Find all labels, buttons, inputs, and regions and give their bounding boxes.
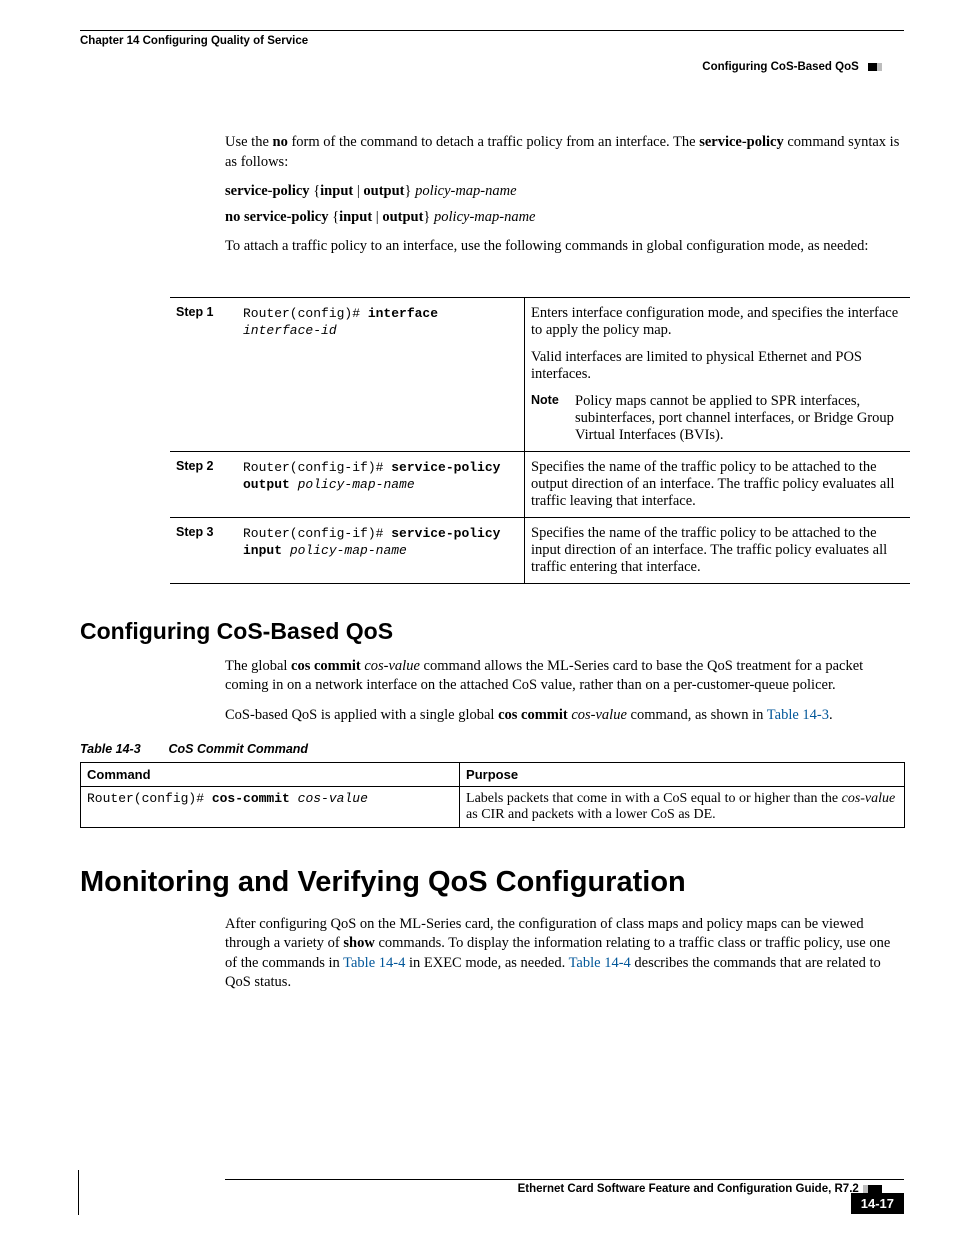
- monitor-content: After configuring QoS on the ML-Series c…: [225, 915, 904, 993]
- monitor-paragraph-1: After configuring QoS on the ML-Series c…: [225, 915, 904, 993]
- table-row: Step 3 Router(config-if)# service-policy…: [170, 517, 910, 583]
- table-caption: Table 14-3 CoS Commit Command: [80, 742, 904, 756]
- cos-commit-table: Command Purpose Router(config)# cos-comm…: [80, 762, 905, 828]
- syntax-line-2: no service-policy {input | output} polic…: [225, 208, 904, 228]
- header-chapter-line: Chapter 14 Configuring Quality of Servic…: [80, 30, 904, 47]
- page-number: 14-17: [851, 1193, 904, 1214]
- intro-paragraph-2: To attach a traffic policy to an interfa…: [225, 237, 904, 257]
- table-14-3-link[interactable]: Table 14-3: [767, 707, 829, 723]
- monitor-heading: Monitoring and Verifying QoS Configurati…: [80, 866, 904, 899]
- intro-paragraph-1: Use the no form of the command to detach…: [225, 133, 904, 172]
- chapter-text: Chapter 14 Configuring Quality of Servic…: [80, 35, 308, 47]
- table-row: Step 1 Router(config)# interface interfa…: [170, 297, 910, 451]
- step-description: Specifies the name of the traffic policy…: [525, 451, 911, 517]
- note-block: Note Policy maps cannot be applied to SP…: [531, 393, 904, 444]
- table-row: Router(config)# cos-commit cos-value Lab…: [81, 786, 905, 827]
- step-label: Step 3: [170, 517, 237, 583]
- page-footer: Ethernet Card Software Feature and Confi…: [80, 1179, 904, 1195]
- table-row: Step 2 Router(config-if)# service-policy…: [170, 451, 910, 517]
- cos-content: The global cos commit cos-value command …: [225, 657, 904, 726]
- step-command: Router(config-if)# service-policy output…: [237, 451, 525, 517]
- table-14-4-link[interactable]: Table 14-4: [343, 955, 405, 971]
- cos-paragraph-2: CoS-based QoS is applied with a single g…: [225, 706, 904, 726]
- decorative-square-icon: [868, 63, 882, 71]
- syntax-line-1: service-policy {input | output} policy-m…: [225, 182, 904, 202]
- footer-title: Ethernet Card Software Feature and Confi…: [80, 1180, 904, 1195]
- step-command: Router(config-if)# service-policy input …: [237, 517, 525, 583]
- header-section-text: Configuring CoS-Based QoS: [702, 61, 859, 73]
- purpose-cell: Labels packets that come in with a CoS e…: [460, 786, 905, 827]
- step-command: Router(config)# interface interface-id: [237, 297, 525, 451]
- table-header-row: Command Purpose: [81, 762, 905, 786]
- step-label: Step 2: [170, 451, 237, 517]
- cos-heading: Configuring CoS-Based QoS: [80, 618, 904, 645]
- note-text: Policy maps cannot be applied to SPR int…: [575, 393, 904, 444]
- steps-table: Step 1 Router(config)# interface interfa…: [170, 297, 910, 584]
- cos-paragraph-1: The global cos commit cos-value command …: [225, 657, 904, 696]
- table-14-4-link[interactable]: Table 14-4: [569, 955, 631, 971]
- header-section-line: Configuring CoS-Based QoS: [80, 61, 904, 73]
- step-description: Enters interface configuration mode, and…: [525, 297, 911, 451]
- column-header: Purpose: [460, 762, 905, 786]
- intro-block: Use the no form of the command to detach…: [225, 133, 904, 257]
- step-description: Specifies the name of the traffic policy…: [525, 517, 911, 583]
- decorative-square-icon: [868, 1185, 882, 1193]
- decorative-rule: [78, 1170, 79, 1215]
- command-cell: Router(config)# cos-commit cos-value: [81, 786, 460, 827]
- step-label: Step 1: [170, 297, 237, 451]
- column-header: Command: [81, 762, 460, 786]
- note-label: Note: [531, 393, 575, 444]
